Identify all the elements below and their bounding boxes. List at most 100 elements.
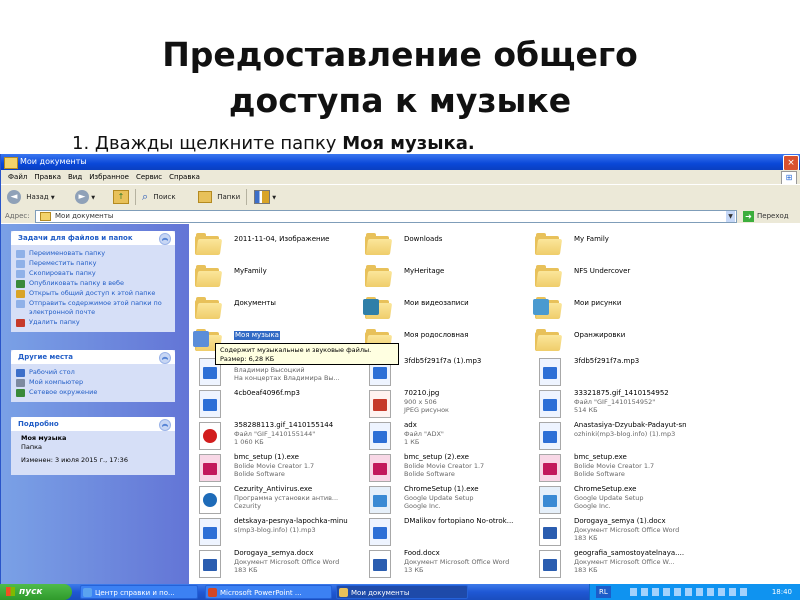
file-item[interactable]: 70210.jpg 900 x 506 JPEG рисунок (363, 389, 531, 421)
close-button[interactable]: × (783, 155, 799, 171)
place-link-1[interactable]: Мой компьютер (11, 378, 175, 387)
task-link-6[interactable]: Удалить папку (11, 318, 175, 327)
folder-icon (363, 297, 393, 319)
address-dropdown-icon[interactable]: ▼ (726, 211, 735, 222)
search-icon: ⌕ (142, 190, 149, 203)
menu-item-5[interactable]: Справка (169, 170, 200, 184)
folder-item[interactable]: 2011-11-04, Изображение (193, 229, 361, 261)
folders-button[interactable]: Папки (198, 189, 240, 205)
item-detail: Документ Microsoft Office Word (574, 526, 680, 534)
collapse-chevron-icon[interactable]: ︽ (159, 233, 171, 245)
collapse-chevron-icon[interactable]: ︽ (159, 352, 171, 364)
folder-item[interactable]: Оранжировки (533, 325, 701, 357)
file-item[interactable]: ChromeSetup.exe Google Update Setup Google… (533, 485, 701, 517)
task-link-icon (16, 319, 25, 327)
details-header[interactable]: Подробно ︽ (11, 417, 175, 431)
file-item[interactable]: adx Файл "ADX" 1 КБ (363, 421, 531, 453)
item-detail: Bolide Movie Creator 1.7 (404, 462, 485, 470)
forward-arrow-icon: ► (75, 190, 89, 204)
file-item[interactable]: bmc_setup (1).exe Bolide Movie Creator 1.… (193, 453, 361, 485)
forward-button[interactable]: ► ▼ (75, 189, 95, 205)
file-item[interactable]: 358288113.gif_1410155144 Файл "GIF_141015… (193, 421, 361, 453)
file-item[interactable]: bmc_setup (2).exe Bolide Movie Creator 1.… (363, 453, 531, 485)
place-link-2[interactable]: Сетевое окружение (11, 388, 175, 397)
film-file-icon (539, 454, 561, 482)
file-item[interactable]: Food.docx Документ Microsoft Office Word 1… (363, 549, 531, 581)
place-link-label: Рабочий стол (29, 368, 75, 376)
menu-item-2[interactable]: Вид (68, 170, 82, 184)
menu-item-1[interactable]: Правка (34, 170, 61, 184)
address-label: Адрес: (5, 212, 30, 220)
folder-item[interactable]: Downloads (363, 229, 531, 261)
item-detail: Bolide Software (404, 470, 455, 478)
start-button[interactable]: пуск (0, 584, 72, 600)
item-name: Моя родословная (404, 331, 469, 339)
folder-item[interactable]: My Family (533, 229, 701, 261)
help-icon (83, 588, 92, 597)
task-link-1[interactable]: Переместить папку (11, 259, 175, 268)
file-item[interactable]: 4cb0eaf4096f.mp3 (193, 389, 361, 421)
folder-item[interactable]: Документы (193, 293, 361, 325)
powerpoint-icon (208, 588, 217, 597)
task-link-5[interactable]: Отправить содержимое этой папки по элект… (11, 299, 175, 317)
task-link-label: Скопировать папку (29, 269, 96, 277)
place-link-icon (16, 369, 25, 377)
item-detail: Google Update Setup (404, 494, 474, 502)
file-item[interactable]: ChromeSetup (1).exe Google Update Setup Go… (363, 485, 531, 517)
task-link-3[interactable]: Опубликовать папку в вебе (11, 279, 175, 288)
file-item[interactable]: Dorogaya_semya (1).docx Документ Microsof… (533, 517, 701, 549)
file-item[interactable]: bmc_setup.exe Bolide Movie Creator 1.7 Bol… (533, 453, 701, 485)
file-item[interactable]: Anastasiya-Dzyubak-Padayut-sn ozhinki(mp3… (533, 421, 701, 453)
language-indicator[interactable]: RL (596, 586, 611, 598)
up-folder-button[interactable]: ↑ (113, 189, 129, 205)
folder-item[interactable]: Мои рисунки (533, 293, 701, 325)
item-detail: На концертах Владимира Вы... (234, 374, 340, 382)
places-header[interactable]: Другие места ︽ (11, 350, 175, 364)
taskbar-button-help[interactable]: Центр справки и по... (80, 585, 198, 599)
task-link-icon (16, 270, 25, 278)
views-button[interactable]: ▼ (254, 189, 276, 205)
task-link-0[interactable]: Переименовать папку (11, 249, 175, 258)
go-button[interactable]: ➜ Переход (743, 210, 789, 222)
up-folder-icon: ↑ (113, 190, 129, 204)
folder-item[interactable]: MyFamily (193, 261, 361, 293)
item-detail: 900 x 506 (404, 398, 437, 406)
file-item[interactable]: DMalikov fortopiano No-otrok... (363, 517, 531, 549)
collapse-chevron-icon[interactable]: ︽ (159, 419, 171, 431)
search-button[interactable]: ⌕ Поиск (142, 189, 176, 205)
menu-item-0[interactable]: Файл (8, 170, 27, 184)
item-detail: 183 КБ (234, 566, 258, 574)
search-label: Поиск (153, 193, 176, 201)
slide-title: Предоставление общего доступа к музыке (0, 32, 800, 124)
folder-item[interactable]: Мои видеозаписи (363, 293, 531, 325)
step-bold-folder-name: Моя музыка. (342, 133, 475, 154)
taskbar-button-powerpoint[interactable]: Microsoft PowerPoint ... (205, 585, 332, 599)
folder-icon (535, 265, 563, 287)
window-titlebar[interactable]: Мои документы × (1, 154, 800, 171)
task-link-2[interactable]: Скопировать папку (11, 269, 175, 278)
back-button[interactable]: ◄ Назад ▼ (7, 189, 55, 205)
task-link-4[interactable]: Открыть общий доступ к этой папке (11, 289, 175, 298)
place-link-0[interactable]: Рабочий стол (11, 368, 175, 377)
item-name: 70210.jpg (404, 389, 440, 397)
file-item[interactable]: Cezurity_Antivirus.exe Программа установк… (193, 485, 361, 517)
clock[interactable]: 18:40 (772, 584, 792, 600)
file-item[interactable]: Dorogaya_semya.docx Документ Microsoft Of… (193, 549, 361, 581)
file-item[interactable]: 33321875.gif_1410154952 Файл "GIF_1410154… (533, 389, 701, 421)
views-icon (254, 190, 270, 204)
folder-item[interactable]: MyHeritage (363, 261, 531, 293)
address-field[interactable]: Мои документы ▼ (35, 210, 737, 223)
item-name: adx (404, 421, 417, 429)
folder-item[interactable]: NFS Undercover (533, 261, 701, 293)
taskbar-button-my-documents[interactable]: Мои документы (336, 585, 468, 599)
menu-item-3[interactable]: Избранное (89, 170, 129, 184)
file-folder-tasks: Задачи для файлов и папок ︽ Переименовать… (11, 231, 175, 332)
task-link-icon (16, 300, 25, 308)
menu-item-4[interactable]: Сервис (136, 170, 162, 184)
explorer-window: Мои документы × Файл Правка Вид Избранное Се… (0, 154, 800, 584)
task-label: Microsoft PowerPoint ... (220, 589, 302, 597)
tasks-header[interactable]: Задачи для файлов и папок ︽ (11, 231, 175, 245)
file-item[interactable]: geografia_samostoyatelnaya.... Документ M… (533, 549, 701, 581)
file-item[interactable]: detskaya-pesnya-lapochka-minu s(mp3-blog.… (193, 517, 361, 549)
file-item[interactable]: 3fdb5f291f7a.mp3 (533, 357, 701, 389)
